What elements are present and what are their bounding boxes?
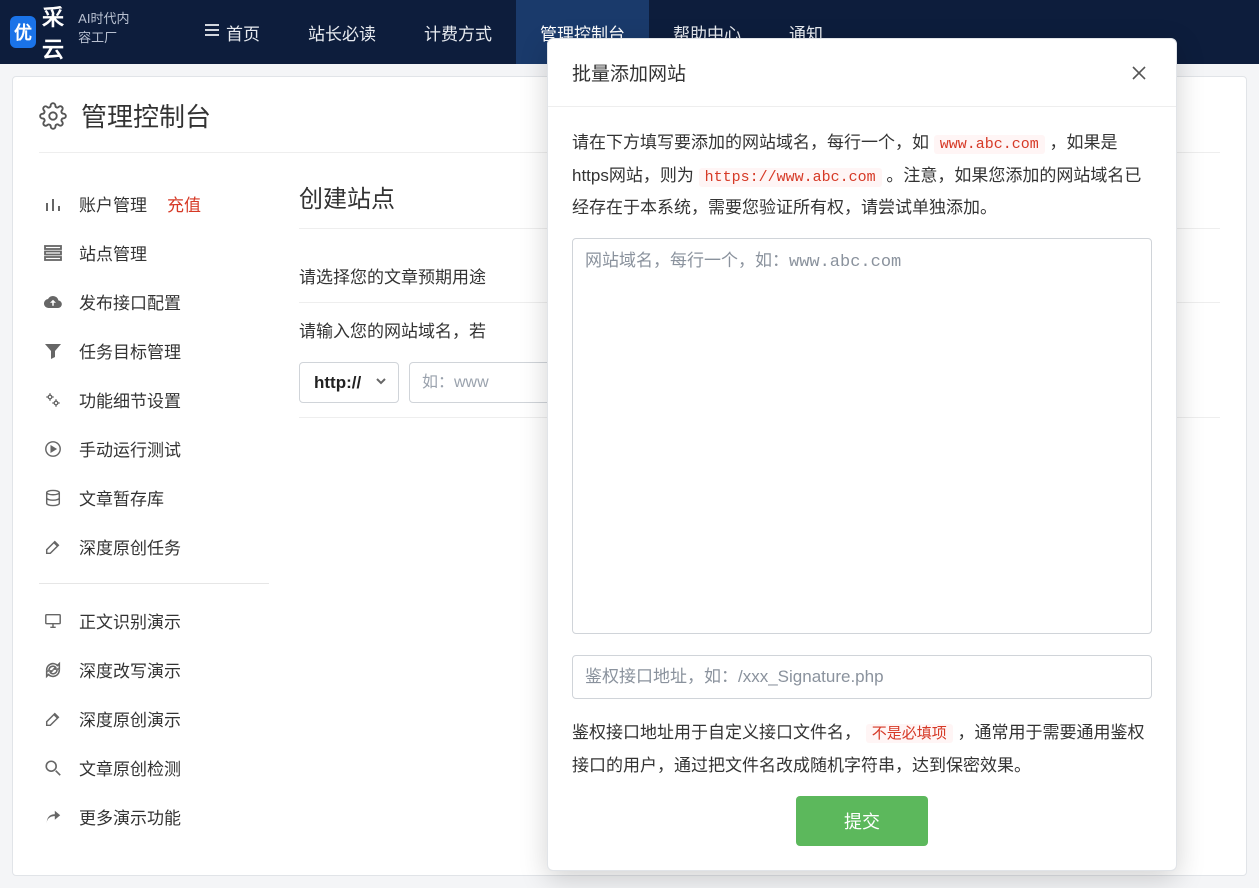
protocol-select-wrap: http:// [299, 362, 399, 403]
submit-button[interactable]: 提交 [796, 796, 928, 846]
sidebar-item-original-demo[interactable]: 深度原创演示 [39, 694, 269, 743]
modal-description: 请在下方填写要添加的网站域名，每行一个，如 www.abc.com ，如果是ht… [572, 127, 1152, 224]
sidebar-item-label: 功能细节设置 [79, 387, 181, 412]
play-circle-icon [43, 439, 63, 459]
nav-webmaster[interactable]: 站长必读 [284, 0, 400, 64]
edit-icon [43, 709, 63, 729]
filter-icon [43, 341, 63, 361]
cloud-upload-icon [43, 292, 63, 312]
nav-label: 站长必读 [308, 20, 376, 45]
sidebar-item-label: 深度原创演示 [79, 706, 181, 731]
refresh-icon [43, 660, 63, 680]
bar-chart-icon [43, 194, 63, 214]
monitor-icon [43, 611, 63, 631]
search-icon [43, 758, 63, 778]
sidebar-item-publish[interactable]: 发布接口配置 [39, 277, 269, 326]
domains-textarea[interactable] [572, 238, 1152, 634]
sidebar-item-label: 账户管理 [79, 191, 147, 216]
list-rows-icon [43, 243, 63, 263]
share-arrow-icon [43, 807, 63, 827]
edit-icon [43, 537, 63, 557]
close-icon[interactable] [1126, 60, 1152, 86]
list-icon [204, 23, 220, 42]
nav-label: 计费方式 [424, 20, 492, 45]
sidebar-item-targets[interactable]: 任务目标管理 [39, 326, 269, 375]
sidebar-item-body-demo[interactable]: 正文识别演示 [39, 596, 269, 645]
sidebar-item-label: 任务目标管理 [79, 338, 181, 363]
sidebar-item-deep-tasks[interactable]: 深度原创任务 [39, 522, 269, 571]
sidebar-item-label: 正文识别演示 [79, 608, 181, 633]
code-example-2: https://www.abc.com [699, 168, 882, 187]
modal-header: 批量添加网站 [548, 39, 1176, 107]
sidebar-item-label: 更多演示功能 [79, 804, 181, 829]
sidebar-item-settings[interactable]: 功能细节设置 [39, 375, 269, 424]
sidebar-item-drafts[interactable]: 文章暂存库 [39, 473, 269, 522]
panel-title-text: 管理控制台 [81, 97, 211, 134]
sidebar-item-label: 手动运行测试 [79, 436, 181, 461]
sidebar-item-label: 发布接口配置 [79, 289, 181, 314]
sidebar-item-originality-check[interactable]: 文章原创检测 [39, 743, 269, 792]
nav-billing[interactable]: 计费方式 [400, 0, 516, 64]
sidebar-divider [39, 583, 269, 584]
sidebar-item-label: 文章暂存库 [79, 485, 164, 510]
brand[interactable]: 优 采云 AI时代内容工厂 [10, 12, 140, 52]
logo-icon: 优 [10, 16, 36, 48]
sidebar-item-label: 深度改写演示 [79, 657, 181, 682]
recharge-badge: 充值 [167, 191, 201, 216]
sidebar-item-label: 站点管理 [79, 240, 147, 265]
protocol-select[interactable]: http:// [299, 362, 399, 403]
sidebar-item-label: 文章原创检测 [79, 755, 181, 780]
not-required-badge: 不是必填项 [866, 724, 953, 743]
sidebar-item-more-demos[interactable]: 更多演示功能 [39, 792, 269, 841]
modal-title: 批量添加网站 [572, 59, 686, 86]
brand-name: 采云 [42, 0, 72, 64]
sidebar: 账户管理 充值 站点管理 发布接口配置 任务目标管理 功能细节设置 [39, 179, 299, 841]
brand-tagline: AI时代内容工厂 [78, 8, 140, 52]
bulk-add-modal: 批量添加网站 请在下方填写要添加的网站域名，每行一个，如 www.abc.com… [547, 38, 1177, 871]
nav-home[interactable]: 首页 [180, 0, 284, 64]
gear-icon [39, 102, 67, 130]
brand-logo: 优 采云 AI时代内容工厂 [10, 12, 140, 52]
sidebar-item-account[interactable]: 账户管理 充值 [39, 179, 269, 228]
database-icon [43, 488, 63, 508]
modal-body: 请在下方填写要添加的网站域名，每行一个，如 www.abc.com ，如果是ht… [548, 107, 1176, 870]
cogs-icon [43, 390, 63, 410]
sidebar-item-label: 深度原创任务 [79, 534, 181, 559]
code-example-1: www.abc.com [934, 135, 1045, 154]
sidebar-item-manual-run[interactable]: 手动运行测试 [39, 424, 269, 473]
auth-url-input[interactable] [572, 655, 1152, 699]
sidebar-item-sites[interactable]: 站点管理 [39, 228, 269, 277]
sidebar-item-rewrite-demo[interactable]: 深度改写演示 [39, 645, 269, 694]
nav-label: 首页 [226, 20, 260, 45]
auth-description: 鉴权接口地址用于自定义接口文件名， 不是必填项 ，通常用于需要通用鉴权接口的用户… [572, 717, 1152, 782]
